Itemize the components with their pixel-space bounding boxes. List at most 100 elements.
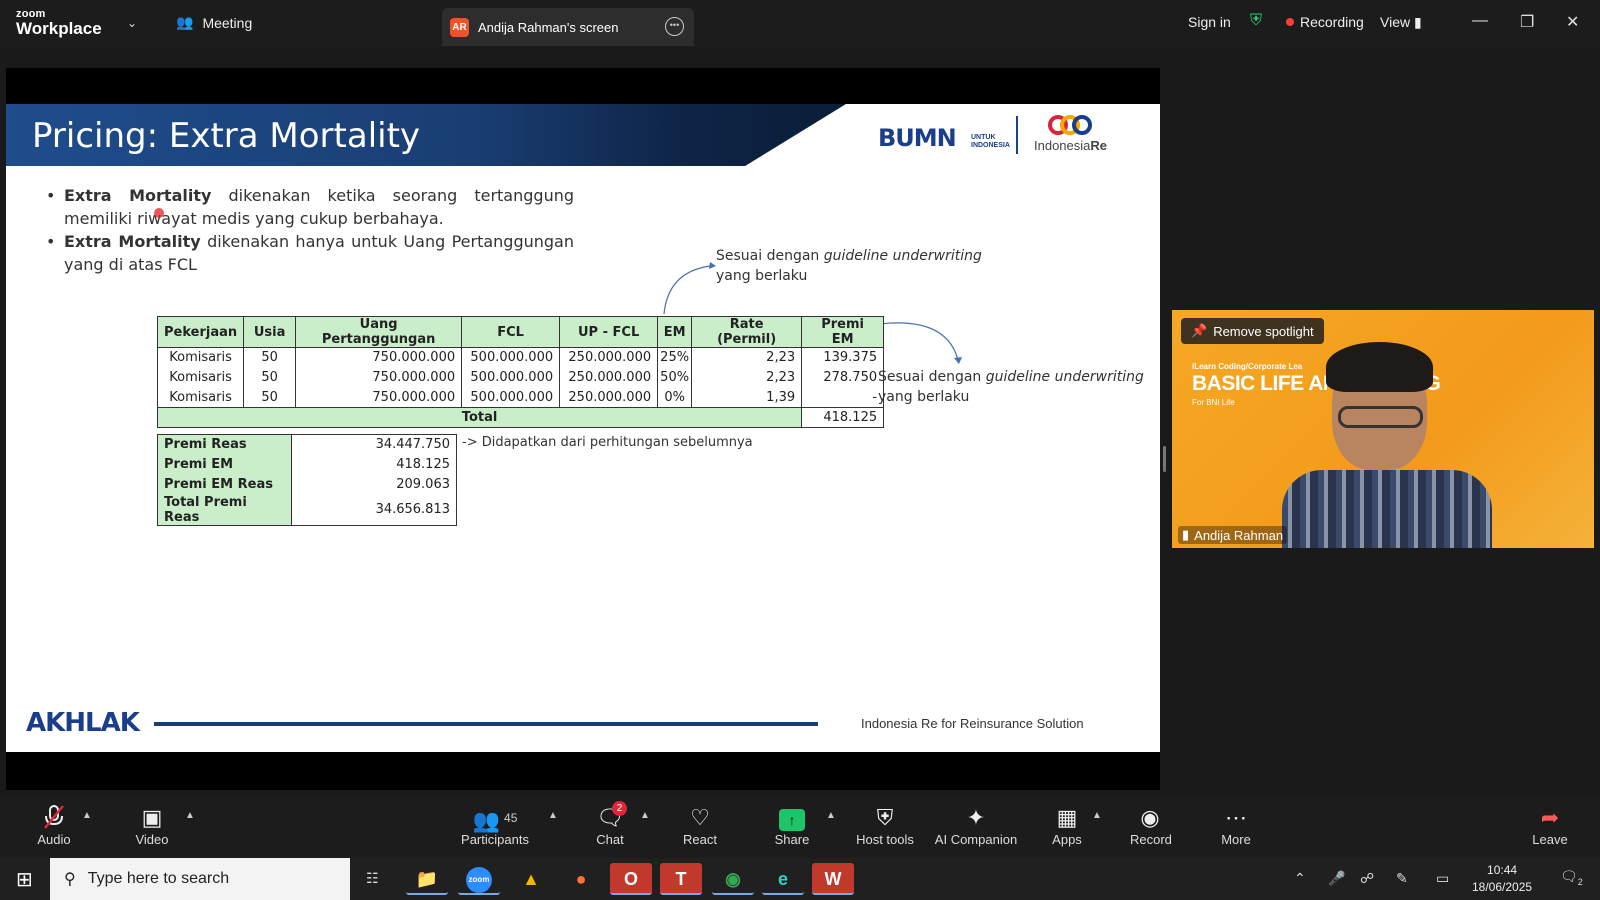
panel-resize-handle[interactable] — [1163, 446, 1166, 472]
table-row: Premi Reas 34.447.750 — [157, 434, 457, 455]
word-icon[interactable]: W — [812, 863, 854, 895]
close-icon[interactable]: ✕ — [1566, 12, 1579, 32]
summary-value: 209.063 — [291, 474, 457, 495]
apps-button[interactable]: ▦ Apps — [1050, 804, 1084, 847]
summary-label: Premi Reas — [157, 434, 292, 455]
react-button[interactable]: ♡ React — [680, 804, 720, 847]
zoom-logo[interactable]: zoom Workplace — [16, 9, 102, 38]
audio-button[interactable]: Audio — [34, 804, 74, 847]
column-header: EM — [657, 316, 693, 348]
table-cell: 750.000.000 — [295, 367, 463, 388]
video-bg-text: iLearn Coding/Corporate Lea — [1192, 362, 1303, 371]
chat-options-chevron-icon[interactable]: ▲ — [640, 810, 650, 821]
host-tools-button[interactable]: ⛨ Host tools — [852, 804, 918, 847]
slide-title: Pricing: Extra Mortality — [32, 116, 421, 156]
arrow-em — [663, 265, 711, 315]
summary-label: Total Premi Reas — [157, 494, 292, 525]
sparkle-icon: ✦ — [966, 805, 986, 830]
summary-value: 34.447.750 — [291, 434, 457, 455]
notifications-icon[interactable]: 🗨2 — [1560, 868, 1583, 887]
column-header: UP - FCL — [559, 316, 659, 348]
bumn-logo-sub: UNTUK INDONESIA — [971, 134, 1010, 150]
leave-label: Leave — [1532, 832, 1568, 847]
restore-icon[interactable]: ❐ — [1520, 12, 1534, 32]
bullet-term: Extra Mortality — [64, 186, 212, 205]
tray-chevron-icon[interactable]: ⌃ — [1294, 870, 1306, 887]
video-options-chevron-icon[interactable]: ▲ — [185, 810, 195, 821]
zoom-app-icon[interactable]: zoom — [458, 863, 500, 895]
people-icon: 👥 — [176, 14, 194, 30]
remove-spotlight-label: Remove spotlight — [1213, 323, 1314, 339]
table-cell: 50 — [243, 367, 297, 388]
system-clock[interactable]: 10:44 18/06/2025 — [1472, 862, 1532, 896]
bumn-logo: BUMN — [878, 124, 957, 152]
table-cell: 750.000.000 — [295, 347, 463, 368]
video-button[interactable]: ▣ Video — [130, 804, 174, 847]
chrome-icon[interactable]: ◉ — [712, 863, 754, 895]
ire-word-b: Re — [1090, 138, 1108, 153]
recording-indicator[interactable]: Recording — [1286, 14, 1364, 30]
shield-check-icon[interactable]: ⛨ — [1250, 12, 1262, 30]
pen-icon[interactable]: ✎ — [1396, 870, 1408, 887]
tab-meeting[interactable]: 👥 Meeting — [176, 14, 252, 31]
file-explorer-icon[interactable]: 📁 — [406, 863, 448, 895]
chat-button[interactable]: 🗨 2 Chat — [590, 801, 630, 847]
google-drive-icon[interactable]: ▲ — [510, 863, 552, 895]
summary-label: Premi EM — [157, 454, 292, 475]
record-button[interactable]: ◉ Record — [1130, 804, 1172, 847]
footer-tagline: Indonesia Re for Reinsurance Solution — [861, 716, 1084, 731]
chat-icon: 🗨 2 — [590, 801, 630, 832]
view-button[interactable]: View ▮ — [1380, 14, 1422, 31]
participant-name-tag: ▮ Andija Rahman — [1178, 526, 1288, 544]
table-header-row: Pekerjaan Usia Uang Pertanggungan FCL UP… — [156, 316, 885, 348]
sign-in-button[interactable]: Sign in — [1188, 14, 1231, 30]
teams-icon[interactable]: T — [660, 863, 702, 895]
summary-value: 34.656.813 — [291, 494, 457, 525]
shared-screen-title: Andija Rahman's screen — [478, 19, 619, 35]
taskbar-search-input[interactable]: ⚲ Type here to search — [50, 858, 350, 900]
notification-count: 2 — [1577, 876, 1583, 887]
table-cell: - — [801, 387, 885, 408]
windows-start-icon[interactable]: ⊞ — [16, 867, 33, 892]
total-value: 418.125 — [801, 407, 885, 428]
participants-icon: 👥 45 — [472, 808, 518, 833]
minimize-icon[interactable]: — — [1472, 12, 1488, 30]
shield-icon: ⛨ — [876, 805, 894, 830]
share-button[interactable]: ↑ Share — [772, 804, 812, 847]
table-cell: 50% — [657, 367, 693, 388]
zoom-logo-bottom: Workplace — [16, 19, 102, 38]
table-cell: 1,39 — [691, 387, 803, 408]
network-icon[interactable]: ☍ — [1360, 870, 1374, 887]
participants-options-chevron-icon[interactable]: ▲ — [548, 810, 558, 821]
remove-spotlight-button[interactable]: 📌 Remove spotlight — [1181, 318, 1324, 344]
audio-options-chevron-icon[interactable]: ▲ — [82, 810, 92, 821]
participant-body — [1282, 470, 1492, 548]
outlook-icon[interactable]: O — [610, 863, 652, 895]
task-view-icon[interactable]: ☷ — [366, 870, 379, 887]
participant-video-tile[interactable]: iLearn Coding/Corporate Lea BASIC LIFE A… — [1172, 310, 1594, 548]
shared-screen-area: Pricing: Extra Mortality BUMN UNTUK INDON… — [6, 68, 1160, 790]
participant-hair — [1326, 342, 1433, 392]
record-icon: ◉ — [1140, 805, 1160, 830]
more-button[interactable]: ⋯ More — [1218, 804, 1254, 847]
tab-shared-screen[interactable]: AR Andija Rahman's screen ••• — [442, 8, 694, 46]
participants-button[interactable]: 👥 45 Participants — [460, 804, 530, 847]
share-options-chevron-icon[interactable]: ▲ — [826, 810, 836, 821]
firefox-icon[interactable]: ● — [560, 863, 602, 895]
microphone-icon[interactable]: 🎤 — [1328, 870, 1345, 887]
annotation-guideline-right: Sesuai dengan guideline underwriting yan… — [878, 367, 1144, 407]
apps-options-chevron-icon[interactable]: ▲ — [1092, 810, 1102, 821]
ai-companion-button[interactable]: ✦ AI Companion — [934, 804, 1018, 847]
display-icon[interactable]: ▭ — [1436, 870, 1449, 887]
more-label: More — [1221, 832, 1251, 847]
column-header: Pekerjaan — [156, 316, 245, 348]
column-header: Rate (Permil) — [691, 316, 803, 348]
leave-button[interactable]: ➦ Leave — [1532, 804, 1568, 847]
table-cell: 2,23 — [691, 347, 803, 368]
edge-icon[interactable]: e — [762, 863, 804, 895]
more-options-icon[interactable]: ••• — [665, 17, 684, 36]
table-row: Komisaris 50 750.000.000 500.000.000 250… — [156, 387, 885, 408]
chevron-down-icon[interactable]: ⌄ — [127, 16, 137, 30]
annotation-text: Sesuai dengan — [878, 369, 986, 385]
bumn-sub-line2: INDONESIA — [971, 142, 1010, 149]
